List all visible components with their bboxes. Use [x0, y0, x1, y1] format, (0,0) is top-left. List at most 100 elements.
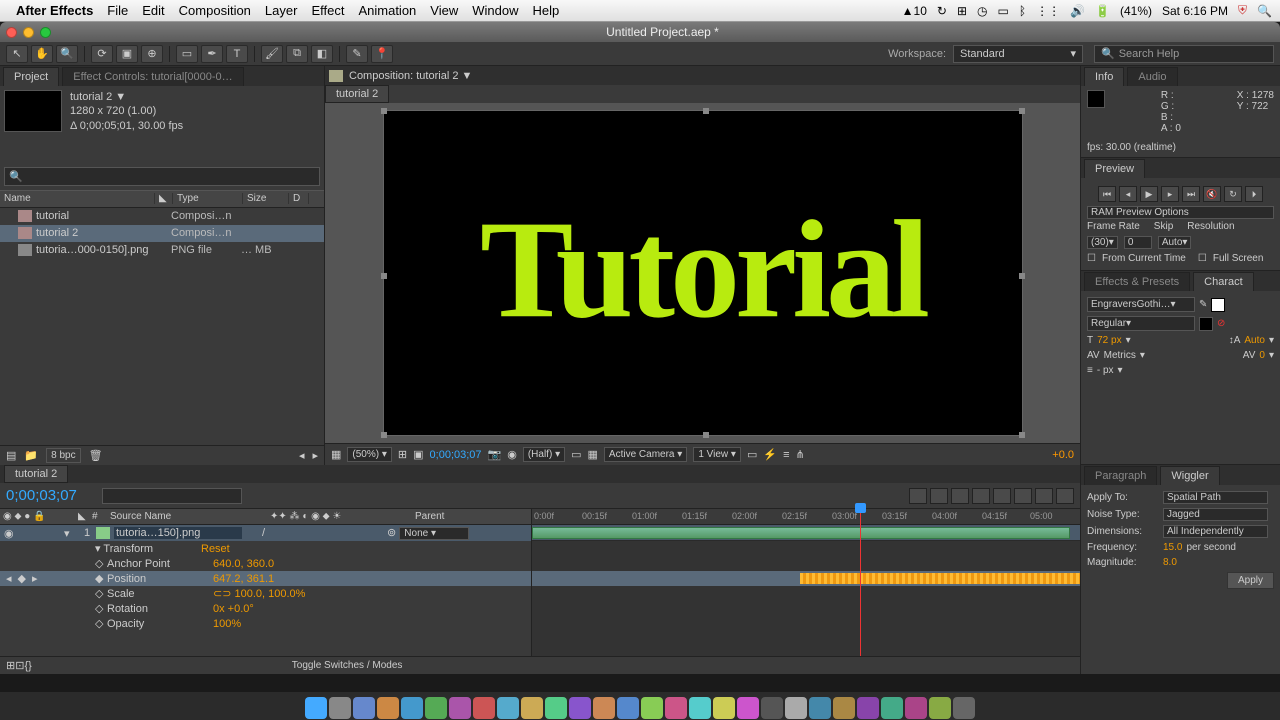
stopwatch-icon[interactable]: ◇	[95, 557, 107, 570]
camera-select[interactable]: Active Camera ▾	[604, 447, 687, 462]
framerate-select[interactable]: (30)▾	[1087, 236, 1118, 249]
visibility-toggle[interactable]: ◉	[4, 527, 16, 540]
current-time-indicator[interactable]	[860, 509, 861, 656]
menu-layer[interactable]: Layer	[265, 3, 298, 18]
comp-mini-flowchart[interactable]	[909, 488, 927, 504]
menu-animation[interactable]: Animation	[358, 3, 416, 18]
stopwatch-icon[interactable]: ◇	[95, 587, 107, 600]
auto-keyframe[interactable]	[1056, 488, 1074, 504]
ram-preview-button[interactable]: ⏵	[1245, 186, 1263, 202]
pan-behind-tool[interactable]: ⊕	[141, 45, 163, 63]
always-preview-icon[interactable]: ▦	[331, 448, 341, 461]
exposure[interactable]: +0.0	[1052, 449, 1074, 461]
eyedropper-icon[interactable]: ✎	[1199, 299, 1207, 310]
anchor-value[interactable]: 640.0, 360.0	[213, 558, 274, 570]
dock-app[interactable]	[425, 697, 447, 719]
loop-button[interactable]: ↻	[1224, 186, 1242, 202]
volume-icon[interactable]: 🔊	[1070, 4, 1085, 18]
zoom-button[interactable]	[40, 27, 51, 38]
bluetooth-icon[interactable]: ᛒ	[1019, 4, 1026, 18]
menu-edit[interactable]: Edit	[142, 3, 164, 18]
brain-icon[interactable]	[1014, 488, 1032, 504]
current-time[interactable]: 0;00;03;07	[430, 449, 482, 461]
tab-effects-presets[interactable]: Effects & Presets	[1084, 272, 1190, 291]
time-ruler[interactable]: 0:00f 00:15f 01:00f 01:15f 02:00f 02:15f…	[532, 509, 1080, 525]
dock-app[interactable]	[929, 697, 951, 719]
spaces-icon[interactable]: ⊞	[957, 4, 967, 18]
dock-app[interactable]	[881, 697, 903, 719]
pixel-aspect-icon[interactable]: ▭	[747, 448, 757, 461]
magnitude-value[interactable]: 8.0	[1163, 557, 1177, 568]
close-button[interactable]	[6, 27, 17, 38]
apply-to-select[interactable]: Spatial Path	[1163, 491, 1268, 504]
tab-preview[interactable]: Preview	[1084, 159, 1145, 178]
stopwatch-icon[interactable]: ◇	[95, 617, 107, 630]
dock-app[interactable]	[521, 697, 543, 719]
roi-icon[interactable]: ▭	[571, 448, 581, 461]
motion-blur[interactable]	[993, 488, 1011, 504]
clock[interactable]: Sat 6:16 PM	[1162, 4, 1228, 18]
dock-app[interactable]	[569, 697, 591, 719]
toggle-switches-modes[interactable]: Toggle Switches / Modes	[292, 660, 403, 671]
dimensions-select[interactable]: All Independently	[1163, 525, 1268, 538]
prev-frame-button[interactable]: ◂	[1119, 186, 1137, 202]
camera-tool[interactable]: ▣	[116, 45, 138, 63]
stopwatch-icon[interactable]: ◆	[95, 572, 107, 585]
adobe-updater-icon[interactable]: ▲ 10	[902, 4, 927, 18]
stroke-swatch[interactable]	[1199, 317, 1213, 331]
shield-icon[interactable]: ⛨	[1238, 3, 1247, 18]
dock-app[interactable]	[737, 697, 759, 719]
timeline-icon[interactable]: ≡	[783, 449, 789, 461]
battery-icon[interactable]: 🔋	[1095, 4, 1110, 18]
clone-tool[interactable]: ⧉	[286, 45, 308, 63]
trash-icon[interactable]: 🗑	[89, 449, 103, 462]
graph-editor[interactable]	[1035, 488, 1053, 504]
timeline-tab[interactable]: tutorial 2	[4, 465, 68, 483]
menu-help[interactable]: Help	[532, 3, 559, 18]
project-item[interactable]: tutorial Composi…n	[0, 208, 324, 225]
dock-app[interactable]	[809, 697, 831, 719]
first-frame-button[interactable]: ⏮	[1098, 186, 1116, 202]
app-name[interactable]: After Effects	[16, 3, 93, 18]
dock-app[interactable]	[617, 697, 639, 719]
eraser-tool[interactable]: ◧	[311, 45, 333, 63]
project-item[interactable]: tutoria…000-0150].png PNG file … MB	[0, 242, 324, 259]
snapshot-icon[interactable]: 📷	[488, 448, 502, 461]
next-frame-button[interactable]: ▸	[1161, 186, 1179, 202]
dock-app[interactable]	[545, 697, 567, 719]
hide-shy[interactable]	[951, 488, 969, 504]
type-tool[interactable]: T	[226, 45, 248, 63]
dock-app[interactable]	[641, 697, 663, 719]
display-icon[interactable]: ▭	[998, 4, 1009, 18]
pen-tool[interactable]: ✒	[201, 45, 223, 63]
layer-name[interactable]: tutoria…150].png	[114, 527, 242, 539]
modes-toggle[interactable]: {}	[24, 660, 31, 672]
dock-trash[interactable]	[953, 697, 975, 719]
stopwatch-icon[interactable]: ◇	[95, 602, 107, 615]
dock-app[interactable]	[497, 697, 519, 719]
dock-app[interactable]	[833, 697, 855, 719]
zoom-tool[interactable]: 🔍	[56, 45, 78, 63]
layer-switches[interactable]: ⊡	[15, 659, 24, 672]
font-style-select[interactable]: Regular▾	[1087, 316, 1195, 331]
transform-twirl[interactable]: ▾	[95, 543, 101, 555]
grid-icon[interactable]: ⊞	[398, 448, 407, 461]
position-value[interactable]: 647.2, 361.1	[213, 573, 274, 585]
next-frame-icon[interactable]: ▸	[312, 449, 318, 462]
sync-icon[interactable]: ↻	[937, 4, 947, 18]
tab-project[interactable]: Project	[3, 67, 59, 86]
fill-swatch[interactable]	[1211, 298, 1225, 312]
mask-icon[interactable]: ▣	[413, 448, 423, 461]
no-fill-icon[interactable]: ⊘	[1217, 318, 1225, 329]
tracking[interactable]: 0	[1259, 350, 1265, 361]
dock-app[interactable]	[713, 697, 735, 719]
wifi-icon[interactable]: ⋮⋮	[1036, 4, 1060, 18]
brush-tool[interactable]: 🖌	[261, 45, 283, 63]
menu-effect[interactable]: Effect	[311, 3, 344, 18]
project-item[interactable]: tutorial 2 Composi…n	[0, 225, 324, 242]
tab-character[interactable]: Charact	[1193, 272, 1254, 291]
workspace-select[interactable]: Standard▾	[953, 45, 1083, 63]
add-key-icon[interactable]: ◆	[18, 572, 26, 585]
comp-tab[interactable]: tutorial 2	[325, 85, 389, 103]
search-help-input[interactable]: 🔍Search Help	[1094, 45, 1274, 63]
